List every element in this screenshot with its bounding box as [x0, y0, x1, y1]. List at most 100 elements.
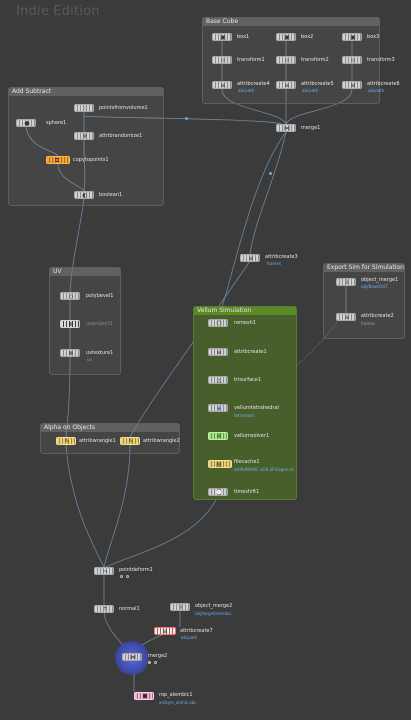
node-copytopoints1[interactable]: ⧉ — [46, 156, 70, 164]
node-pointsfromvolume1-label: pointsfromvolume1 — [99, 105, 148, 111]
node-box1-label: box1 — [237, 34, 250, 40]
node-object-merge1-sublabel: obj/Bowl/OUT — [361, 284, 388, 289]
trisurface-icon: △ — [216, 377, 222, 384]
merge2-flag-b — [154, 661, 157, 664]
transform-icon: ⊹ — [284, 57, 290, 64]
node-polybevel1-label: polybevel1 — [86, 293, 114, 299]
node-attribcreate2-label: attribcreate2 — [361, 313, 394, 319]
node-vellumtetrahedral-sublabel: tetramesh — [234, 413, 255, 418]
solver-icon: ✲ — [216, 433, 222, 440]
network-editor-canvas[interactable]: Indie Edition Base Cube Add Subtract UV … — [0, 0, 411, 720]
node-normal1-label: normal1 — [119, 606, 140, 612]
node-timeshift1[interactable]: ⌚ — [208, 488, 228, 496]
node-rop-alembic1-sublabel: anibym_anmls.abc — [159, 700, 197, 705]
attribcreate-icon: ≡ — [216, 349, 222, 356]
normal-icon: ↑ — [102, 606, 108, 613]
node-transform2-label: transform2 — [301, 57, 329, 63]
node-merge2[interactable]: ⋈ — [122, 653, 142, 661]
node-attribcreate6[interactable]: ≡ — [342, 81, 362, 89]
node-attribwrangle1[interactable]: ✎ — [56, 437, 76, 445]
node-trisurface1[interactable]: △ — [208, 376, 228, 384]
node-attribcreate2[interactable]: ≡ — [336, 313, 356, 321]
netbox-vellum-title: Vellum Simulation — [194, 307, 296, 315]
node-polybevel1[interactable]: ◇ — [60, 292, 80, 300]
netbox-export-sim[interactable]: Export Sim for Simulation — [323, 263, 405, 339]
node-normal1[interactable]: ↑ — [94, 605, 114, 613]
node-attribrandomize1-label: attribrandomize1 — [99, 133, 143, 139]
node-attribcreate3-label: attribcreate3 — [265, 254, 298, 260]
node-boolean1-label: boolean1 — [99, 192, 123, 198]
node-attribrandomize1[interactable]: ※ — [74, 132, 94, 140]
node-transform3-label: transform3 — [367, 57, 395, 63]
wire-junction-dot — [185, 117, 188, 120]
filecache-icon: ▤ — [216, 461, 222, 468]
node-pointsfromvolume1[interactable]: ∴ — [74, 104, 94, 112]
merge-icon: ⋈ — [130, 654, 136, 661]
node-pointdeform1-label: pointdeform1 — [119, 567, 153, 573]
node-box3[interactable]: ▣ — [342, 33, 362, 41]
node-attribcreate1[interactable]: ≡ — [208, 348, 228, 356]
node-vellumsolver1[interactable]: ✲ — [208, 432, 228, 440]
rop-icon: ⬢ — [142, 693, 148, 700]
remesh-icon: ⬡ — [216, 320, 222, 327]
node-box2-label: box2 — [301, 34, 314, 40]
node-object-merge1[interactable]: ⇩ — [336, 278, 356, 286]
attribcreate-icon: ≡ — [162, 628, 168, 635]
node-attribcreate3[interactable]: ≡ — [240, 254, 260, 262]
node-box2[interactable]: ▣ — [276, 33, 296, 41]
node-attribcreate6-label: attribcreate6 — [367, 81, 400, 87]
timeshift-icon: ⌚ — [215, 489, 223, 496]
node-attribcreate7[interactable]: ≡ — [154, 627, 176, 635]
node-sphere1[interactable]: ● — [16, 119, 36, 127]
node-object-merge1-label: object_merge1 — [361, 277, 399, 283]
attribcreate-icon: ≡ — [350, 82, 356, 89]
node-sphere1-label: sphere1 — [46, 120, 67, 126]
points-icon: ∴ — [83, 105, 87, 112]
bevel-icon: ◇ — [68, 293, 74, 300]
node-attribcreate5-sublabel: abcpath — [302, 88, 319, 93]
node-attribcreate3-sublabel: frames — [267, 261, 281, 266]
node-boolean1[interactable]: ◐ — [74, 191, 94, 199]
box-icon: ▣ — [350, 34, 356, 41]
node-transform2[interactable]: ⊹ — [276, 56, 296, 64]
node-merge1[interactable]: ⋈ — [276, 124, 296, 132]
node-rop-alembic1-label: rop_alembic1 — [159, 692, 193, 698]
node-attribcreate5[interactable]: ≡ — [276, 81, 296, 89]
node-box1[interactable]: ▣ — [212, 33, 232, 41]
node-transform3[interactable]: ⊹ — [342, 56, 362, 64]
node-filecache1[interactable]: ▤ — [208, 460, 232, 468]
node-object-merge2-label: object_merge2 — [195, 603, 233, 609]
node-attribcreate1-label: attribcreate1 — [234, 349, 267, 355]
node-attribcreate4[interactable]: ≡ — [212, 81, 232, 89]
edition-watermark: Indie Edition — [16, 4, 100, 19]
node-attribcreate5-label: attribcreate5 — [301, 81, 334, 87]
node-rop-alembic1[interactable]: ⬢ — [134, 692, 154, 700]
node-trisurface1-label: trisurface1 — [234, 377, 262, 383]
node-remesh1[interactable]: ⬡ — [208, 319, 228, 327]
attribcreate-icon: ≡ — [344, 314, 350, 321]
node-transform1[interactable]: ⊹ — [212, 56, 232, 64]
node-uvtexture1-label: uvtexture1 — [86, 350, 114, 356]
node-attribcreate6-sublabel: abcpath — [368, 88, 385, 93]
merge-icon: ⋈ — [284, 125, 290, 132]
uv-texture-icon: ⊗ — [68, 350, 74, 357]
node-attribcreate2-sublabel: frames — [361, 321, 375, 326]
node-pointdeform1[interactable]: ⤳ — [94, 567, 114, 575]
attribcreate-icon: ≡ — [284, 82, 290, 89]
node-attribcreate7-label: attribcreate7 — [180, 628, 213, 634]
node-attribcreate4-label: attribcreate4 — [237, 81, 270, 87]
netbox-base-cube-title: Base Cube — [203, 18, 379, 26]
node-object-merge2-sublabel: obj/target/alembic — [195, 611, 232, 616]
box-icon: ▣ — [220, 34, 226, 41]
node-attribwrangle2[interactable]: ✎ — [120, 437, 140, 445]
node-object-merge2[interactable]: ⇩ — [170, 603, 190, 611]
netbox-export-sim-title: Export Sim for Simulation — [324, 264, 404, 272]
node-uvtexture1[interactable]: ⊗ — [60, 349, 80, 357]
node-uvproject1[interactable]: ⊗ — [60, 320, 80, 328]
copy-icon: ⧉ — [54, 157, 60, 164]
node-transform1-label: transform1 — [237, 57, 265, 63]
pointdeform1-flag-b — [126, 575, 129, 578]
node-vellumtetrahedral[interactable]: ◈ — [208, 404, 228, 412]
randomize-icon: ※ — [82, 133, 88, 140]
node-attribwrangle2-label: attribwrangle2 — [143, 438, 180, 444]
